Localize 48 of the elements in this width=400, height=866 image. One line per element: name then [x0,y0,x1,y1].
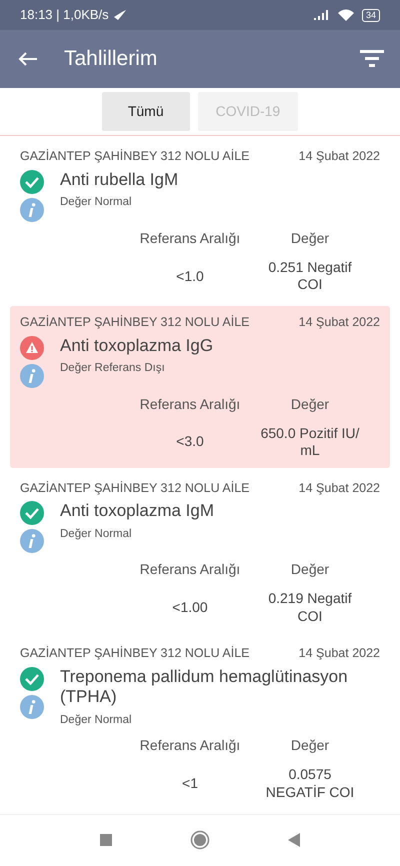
result-card[interactable]: GAZİANTEP ŞAHİNBEY 312 NOLU AİLE 14 Şubat 2022 Anti toxoplazma IgG Değer Referans Dışı Referans Aralığı Değer <3.0 650.0 Pozitif IU/ mL [10,306,390,468]
test-name: Anti toxoplazma IgM [60,501,216,522]
screen-title: Tahlillerim [64,46,158,72]
info-icon[interactable] [20,695,44,719]
test-name: Treponema pallidum hemaglütinasyon (TPHA) [60,667,349,708]
reference-range: <1 [181,774,199,792]
result-date: 14 Şubat 2022 [298,645,380,662]
back-icon[interactable] [288,832,300,846]
column-header: Referans Aralığı [138,394,242,414]
test-name: Anti rubella IgM [60,170,180,190]
reference-range: <1.00 [171,599,209,616]
result-date: 14 Şubat 2022 [298,148,380,165]
lab-name: GAZİANTEP ŞAHİNBEY 312 NOLU AİLE [20,148,250,165]
status-time: 18:13 | 1,0KB/s [20,6,109,24]
result-value: 0.251 Negatif COI [267,258,353,294]
result-date: 14 Şubat 2022 [298,314,380,331]
column-header: Değer [290,394,330,414]
info-icon[interactable] [20,198,44,222]
result-date: 14 Şubat 2022 [298,480,380,497]
result-note: Değer Normal [60,195,133,210]
back-arrow-icon[interactable] [18,51,38,67]
test-name: Anti toxoplazma IgG [60,336,214,356]
column-header: Referans Aralığı [138,228,242,248]
result-value: 0.219 Negatif COI [267,590,353,626]
filter-icon[interactable] [360,50,384,68]
signal-icon [314,10,330,20]
column-header: Referans Aralığı [138,736,242,756]
column-header: Değer [290,560,330,580]
battery-level: 34 [362,8,380,22]
info-icon[interactable] [20,529,44,554]
lab-name: GAZİANTEP ŞAHİNBEY 312 NOLU AİLE [20,645,250,662]
lab-name: GAZİANTEP ŞAHİNBEY 312 NOLU AİLE [20,314,250,331]
reference-range: <3.0 [175,433,205,451]
recents-icon[interactable] [100,834,112,846]
column-header: Değer [290,736,330,756]
result-value: 0.0575 NEGATİF COI [264,766,356,802]
wifi-icon [338,9,354,21]
result-note: Değer Normal [60,712,133,728]
info-icon[interactable] [20,364,44,388]
lab-name: GAZİANTEP ŞAHİNBEY 312 NOLU AİLE [20,480,250,497]
filter-tab[interactable]: Tümü [102,92,190,131]
column-header: Referans Aralığı [138,560,242,580]
reference-range: <1.0 [175,268,205,285]
result-note: Değer Referans Dışı [60,360,166,376]
home-icon[interactable] [190,830,210,850]
column-header: Değer [290,228,330,248]
result-note: Değer Normal [60,526,133,542]
result-value: 650.0 Pozitif IU/ mL [260,424,360,460]
